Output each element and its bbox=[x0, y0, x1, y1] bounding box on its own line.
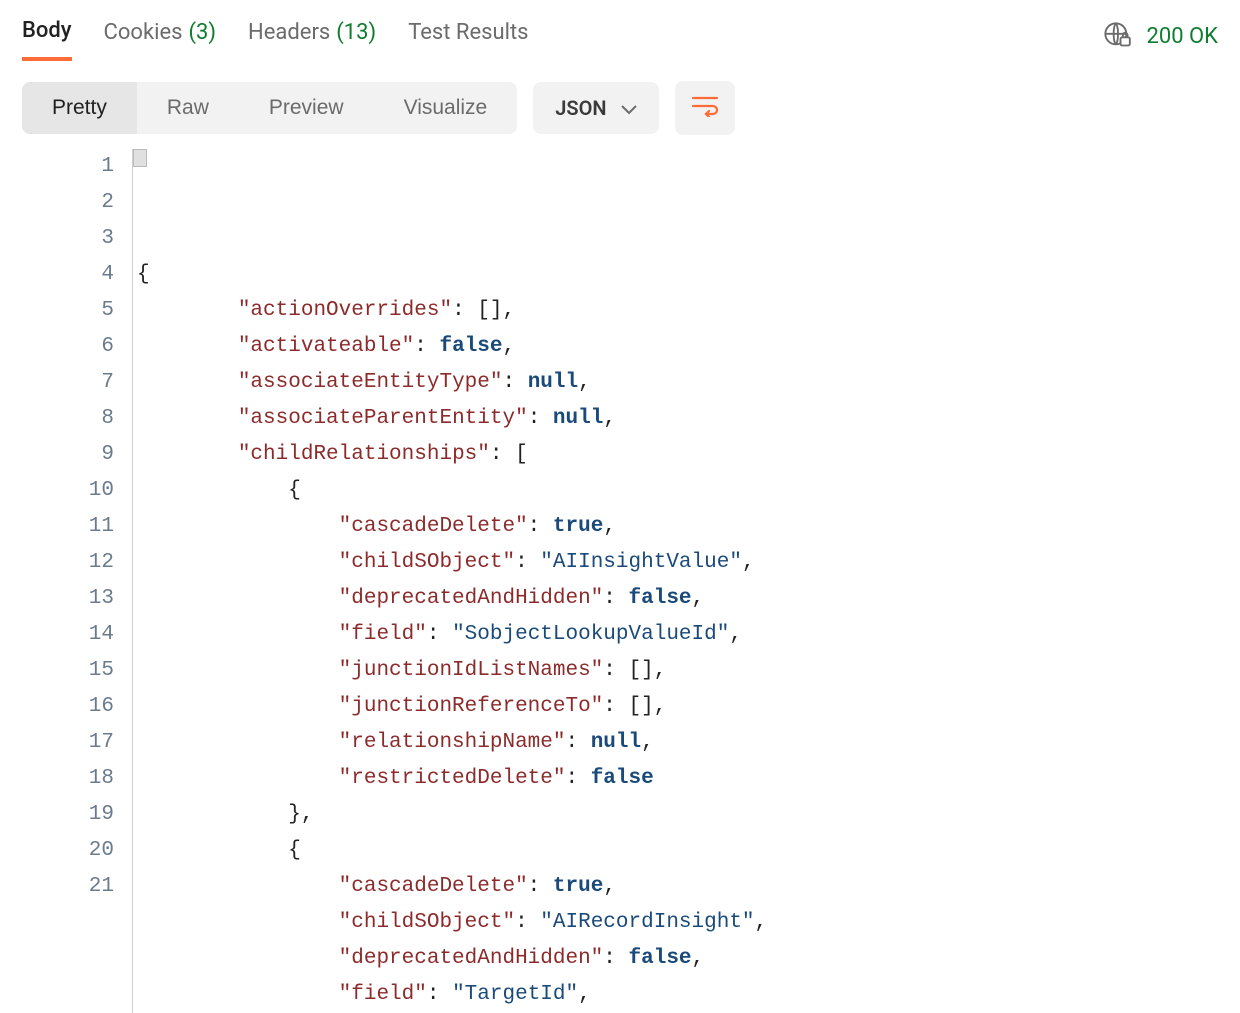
code-line: "junctionReferenceTo": [], bbox=[137, 689, 1218, 725]
view-preview-button[interactable]: Preview bbox=[239, 82, 374, 134]
view-pretty-button[interactable]: Pretty bbox=[22, 82, 137, 134]
code-line: { bbox=[137, 473, 1218, 509]
line-number: 14 bbox=[22, 617, 114, 653]
line-number: 18 bbox=[22, 761, 114, 797]
view-raw-button[interactable]: Raw bbox=[137, 82, 239, 134]
globe-lock-icon[interactable] bbox=[1103, 21, 1131, 53]
line-number: 6 bbox=[22, 329, 114, 365]
line-number: 7 bbox=[22, 365, 114, 401]
code-line: "childRelationships": [ bbox=[137, 437, 1218, 473]
line-number: 13 bbox=[22, 581, 114, 617]
tab-body[interactable]: Body bbox=[22, 12, 72, 61]
line-number: 17 bbox=[22, 725, 114, 761]
tab-headers[interactable]: Headers (13) bbox=[248, 14, 376, 59]
line-number: 10 bbox=[22, 473, 114, 509]
code-line: "deprecatedAndHidden": false, bbox=[137, 941, 1218, 977]
code-line: "field": "TargetId", bbox=[137, 977, 1218, 1013]
line-number: 21 bbox=[22, 869, 114, 905]
body-toolbar: Pretty Raw Preview Visualize JSON bbox=[22, 81, 1218, 135]
status-code-text[interactable]: 200 OK bbox=[1147, 24, 1219, 49]
line-number: 8 bbox=[22, 401, 114, 437]
code-line: "junctionIdListNames": [], bbox=[137, 653, 1218, 689]
tab-headers-label: Headers bbox=[248, 20, 330, 45]
code-line: "childSObject": "AIInsightValue", bbox=[137, 545, 1218, 581]
line-number: 12 bbox=[22, 545, 114, 581]
code-line: "field": "SobjectLookupValueId", bbox=[137, 617, 1218, 653]
line-number: 4 bbox=[22, 257, 114, 293]
chevron-down-icon bbox=[621, 96, 637, 120]
tab-cookies-label: Cookies bbox=[104, 20, 183, 45]
line-number: 3 bbox=[22, 221, 114, 257]
line-number: 20 bbox=[22, 833, 114, 869]
code-line: "actionOverrides": [], bbox=[137, 293, 1218, 329]
code-line: "cascadeDelete": true, bbox=[137, 509, 1218, 545]
code-line: "associateEntityType": null, bbox=[137, 365, 1218, 401]
tab-test-results[interactable]: Test Results bbox=[408, 14, 528, 59]
code-line: }, bbox=[137, 797, 1218, 833]
fold-marker-icon[interactable] bbox=[133, 149, 147, 167]
code-editor[interactable]: 123456789101112131415161718192021 { "act… bbox=[22, 149, 1218, 1013]
code-line: { bbox=[137, 833, 1218, 869]
tab-cookies-count: (3) bbox=[188, 20, 216, 45]
line-number: 9 bbox=[22, 437, 114, 473]
tab-headers-count: (13) bbox=[336, 20, 376, 45]
format-select[interactable]: JSON bbox=[533, 82, 658, 134]
code-line: "activateable": false, bbox=[137, 329, 1218, 365]
tab-test-results-label: Test Results bbox=[408, 20, 528, 45]
code-line: "associateParentEntity": null, bbox=[137, 401, 1218, 437]
format-select-value: JSON bbox=[555, 96, 606, 120]
tab-body-label: Body bbox=[22, 18, 72, 43]
line-number-gutter: 123456789101112131415161718192021 bbox=[22, 149, 132, 1013]
line-number: 5 bbox=[22, 293, 114, 329]
tab-cookies[interactable]: Cookies (3) bbox=[104, 14, 217, 59]
code-line: "childSObject": "AIRecordInsight", bbox=[137, 905, 1218, 941]
line-number: 1 bbox=[22, 149, 114, 185]
response-tabs-row: Body Cookies (3) Headers (13) Test Resul… bbox=[22, 12, 1218, 61]
wrap-lines-button[interactable] bbox=[675, 81, 735, 135]
code-line: "deprecatedAndHidden": false, bbox=[137, 581, 1218, 617]
code-content[interactable]: { "actionOverrides": [], "activateable":… bbox=[132, 149, 1218, 1013]
wrap-lines-icon bbox=[691, 95, 719, 121]
code-line: "relationshipName": null, bbox=[137, 725, 1218, 761]
line-number: 19 bbox=[22, 797, 114, 833]
line-number: 2 bbox=[22, 185, 114, 221]
line-number: 16 bbox=[22, 689, 114, 725]
code-line: { bbox=[137, 257, 1218, 293]
code-line: "restrictedDelete": false bbox=[137, 761, 1218, 797]
view-visualize-button[interactable]: Visualize bbox=[374, 82, 518, 134]
response-status-group: 200 OK bbox=[1103, 21, 1219, 53]
view-mode-group: Pretty Raw Preview Visualize bbox=[22, 82, 517, 134]
line-number: 15 bbox=[22, 653, 114, 689]
line-number: 11 bbox=[22, 509, 114, 545]
code-line: "cascadeDelete": true, bbox=[137, 869, 1218, 905]
